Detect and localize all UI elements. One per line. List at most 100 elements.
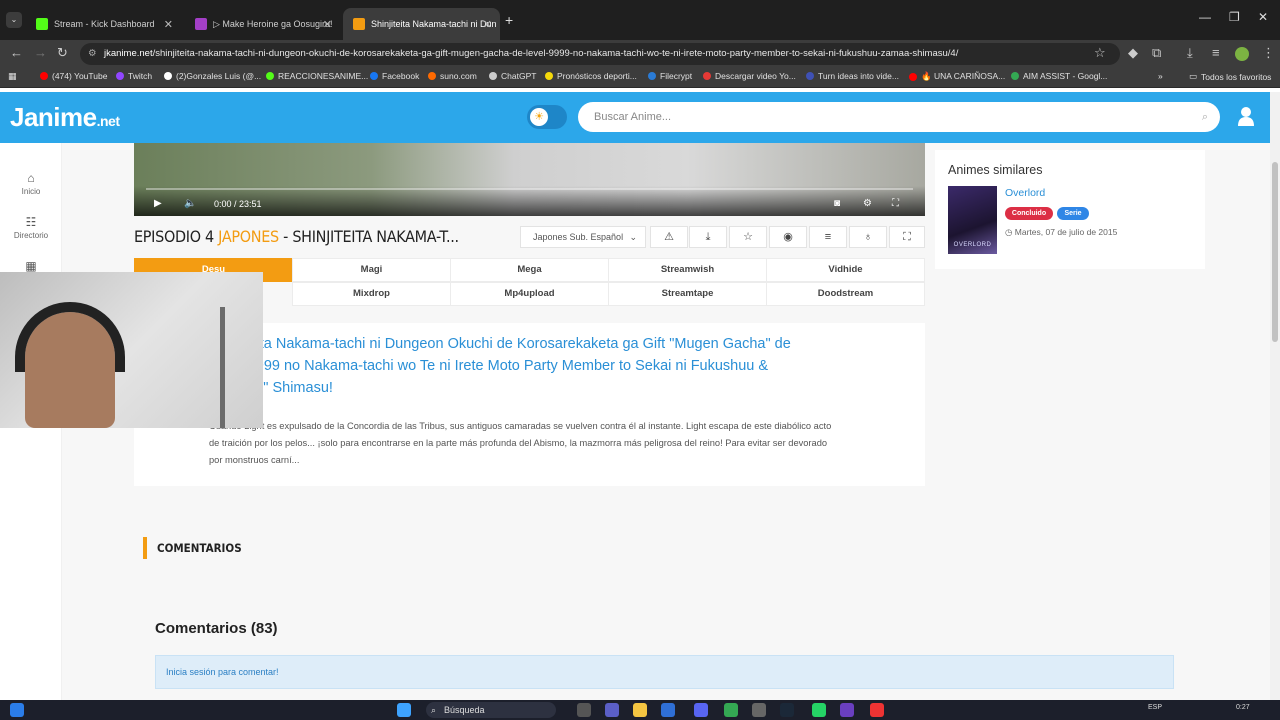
chrome-icon[interactable]	[724, 703, 738, 717]
server-magi[interactable]: Magi	[292, 258, 451, 282]
bookmark-descargar[interactable]: Descargar video Yo...	[703, 71, 796, 81]
tab-jkanime-active[interactable]: Shinjiteita Nakama-tachi ni Dun ✕	[343, 8, 500, 40]
task-view-icon[interactable]	[577, 703, 591, 717]
expand-button[interactable]: ⛶	[889, 226, 925, 248]
opera-icon[interactable]	[870, 703, 884, 717]
server-streamtape[interactable]: Streamtape	[608, 282, 767, 306]
language-select[interactable]: Japones Sub. Español ⌄	[520, 226, 646, 248]
warning-icon: ⚠	[664, 231, 674, 243]
youtube-icon	[909, 72, 917, 81]
page-scrollbar[interactable]	[1270, 92, 1280, 700]
more-bookmarks-icon[interactable]: »	[1158, 71, 1163, 81]
clock[interactable]: 0:27	[1236, 704, 1250, 711]
site-info-icon[interactable]: ⚙	[88, 43, 97, 65]
bookmark-kick[interactable]: REACCIONESANIME...	[266, 71, 368, 81]
bookmark-twitch[interactable]: Twitch	[116, 71, 152, 81]
watched-button[interactable]: ◉	[769, 226, 807, 248]
windows-start-icon[interactable]	[397, 703, 411, 717]
bookmark-suno[interactable]: suno.com	[428, 71, 477, 81]
fullscreen-icon[interactable]: ⛶	[892, 198, 899, 209]
anime-poster[interactable]: OVERLORD	[948, 186, 997, 254]
search-input[interactable]: Buscar Anime... ⌕	[578, 102, 1220, 132]
volume-icon[interactable]: 🔈	[184, 198, 196, 209]
bookmark-turn-ideas[interactable]: Turn ideas into vide...	[806, 71, 899, 81]
playlist-button[interactable]: ≡	[809, 226, 847, 248]
tab-label: Shinjiteita Nakama-tachi ni Dun	[371, 19, 497, 29]
all-bookmarks[interactable]: ▭ Todos los favoritos	[1189, 71, 1271, 82]
profile-avatar[interactable]	[1235, 47, 1249, 61]
whatsapp-icon[interactable]	[812, 703, 826, 717]
bookmark-label: AIM ASSIST - Googl...	[1023, 71, 1108, 81]
bookmark-pronosticos[interactable]: Pronósticos deporti...	[545, 71, 637, 81]
logo-text: Janime	[10, 102, 97, 132]
nav-directorio[interactable]: ☷ Directorio	[0, 215, 62, 240]
download-icon[interactable]: ⤓	[1187, 45, 1193, 61]
close-icon[interactable]: ✕	[483, 18, 492, 31]
steam-icon[interactable]	[780, 703, 794, 717]
app-icon[interactable]	[752, 703, 766, 717]
screenshot-icon[interactable]: ◙	[834, 198, 840, 209]
extension-icon[interactable]: ◆	[1128, 45, 1138, 61]
apps-icon[interactable]: ▦	[8, 71, 17, 82]
server-mega[interactable]: Mega	[450, 258, 609, 282]
media-icon[interactable]: ≡	[1212, 45, 1220, 60]
discord-icon[interactable]	[694, 703, 708, 717]
bookmark-chatgpt[interactable]: ChatGPT	[489, 71, 536, 81]
bookmark-filecrypt[interactable]: Filecrypt	[648, 71, 692, 81]
login-to-comment[interactable]: Inicia sesión para comentar!	[155, 655, 1174, 689]
explorer-icon[interactable]	[633, 703, 647, 717]
play-icon[interactable]: ▶	[154, 198, 162, 209]
server-mp4upload[interactable]: Mp4upload	[450, 282, 609, 306]
nav-inicio[interactable]: ⌂ Inicio	[0, 171, 62, 196]
tab-kick-dashboard[interactable]: Stream - Kick Dashboard ✕	[26, 8, 181, 40]
bookmark-star-icon[interactable]: ☆	[1094, 45, 1106, 61]
server-vidhide[interactable]: Vidhide	[766, 258, 925, 282]
reload-icon[interactable]: ↻	[57, 45, 68, 61]
new-tab-button[interactable]: +	[505, 13, 513, 27]
tab-list-dropdown[interactable]: ⌄	[6, 12, 22, 28]
progress-track[interactable]	[146, 188, 913, 190]
anime-title-link[interactable]: Shinjiteita Nakama-tachi ni Dungeon Okuc…	[209, 333, 829, 399]
bookmark-youtube[interactable]: (474) YouTube	[40, 71, 107, 81]
settings-gear-icon[interactable]: ⚙	[863, 198, 872, 209]
filecrypt-icon	[648, 72, 656, 80]
light-button[interactable]: ♁	[849, 226, 887, 248]
teams-icon[interactable]	[605, 703, 619, 717]
server-streamwish[interactable]: Streamwish	[608, 258, 767, 282]
close-icon[interactable]: ✕	[164, 18, 173, 31]
store-icon[interactable]	[661, 703, 675, 717]
similar-anime-link[interactable]: Overlord	[1005, 187, 1045, 199]
language-select-value: Japones Sub. Español	[533, 232, 624, 242]
url-field[interactable]: ⚙ jkanime.net/shinjiteita-nakama-tachi-n…	[80, 43, 1120, 65]
report-button[interactable]: ⚠	[650, 226, 688, 248]
taskbar-search[interactable]: ⌕ Búsqueda	[426, 702, 556, 718]
minimize-icon[interactable]: —	[1199, 10, 1211, 24]
scrollbar-thumb[interactable]	[1272, 162, 1278, 342]
close-icon[interactable]: ✕	[323, 18, 332, 31]
maximize-icon[interactable]: ❐	[1229, 10, 1240, 24]
site-logo[interactable]: Janime.net	[10, 102, 120, 133]
theme-toggle[interactable]: ☀	[527, 105, 567, 129]
obs-icon[interactable]	[840, 703, 854, 717]
forward-icon[interactable]: →	[34, 45, 47, 60]
download-icon: ⤓	[705, 231, 711, 243]
search-icon[interactable]: ⌕	[1202, 102, 1208, 132]
bookmark-aim-assist[interactable]: AIM ASSIST - Googl...	[1011, 71, 1107, 81]
menu-icon[interactable]: ⋮	[1262, 45, 1275, 61]
tab-make-heroine[interactable]: ▷ Make Heroine ga Oosugiru! ✕	[185, 8, 340, 40]
back-icon[interactable]: ←	[10, 45, 23, 60]
server-doodstream[interactable]: Doodstream	[766, 282, 925, 306]
puzzle-icon[interactable]: ⧉	[1152, 45, 1161, 61]
favorite-button[interactable]: ☆	[729, 226, 767, 248]
widgets-icon[interactable]	[10, 703, 24, 717]
language-indicator[interactable]: ESP	[1148, 704, 1162, 711]
bookmark-facebook[interactable]: Facebook	[370, 71, 419, 81]
close-window-icon[interactable]: ✕	[1258, 10, 1268, 24]
video-player[interactable]: ▶ 🔈 0:00 / 23:51 ◙ ⚙ ⛶	[134, 143, 925, 216]
comments-section-heading: COMENTARIOS	[143, 537, 242, 559]
download-button[interactable]: ⤓	[689, 226, 727, 248]
bookmark-tiktok[interactable]: (2)Gonzales Luis (@...	[164, 71, 261, 81]
user-icon[interactable]	[1238, 106, 1254, 126]
bookmark-una-carinosa[interactable]: 🔥 UNA CARIÑOSA...	[909, 71, 1005, 82]
server-mixdrop[interactable]: Mixdrop	[292, 282, 451, 306]
